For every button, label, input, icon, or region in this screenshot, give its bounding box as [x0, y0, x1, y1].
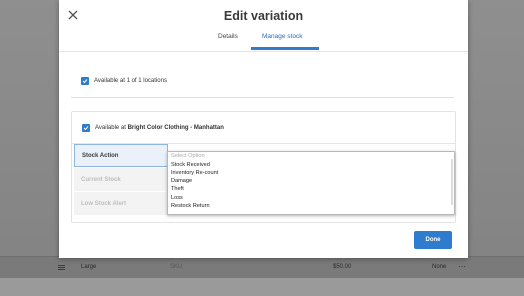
- background-row-name: Large: [81, 264, 97, 270]
- all-locations-label: Available at 1 of 1 locations: [94, 78, 167, 84]
- stock-action-label: Stock Action: [82, 152, 119, 159]
- location-prefix: Available at: [95, 125, 128, 131]
- all-locations-checkbox[interactable]: [81, 77, 89, 85]
- low-stock-alert-field: Low Stock Alert: [74, 192, 168, 215]
- drag-handle-icon: [58, 265, 65, 270]
- done-button[interactable]: Done: [414, 231, 452, 249]
- option-restock-return[interactable]: Restock Return: [171, 203, 210, 209]
- check-icon: [82, 79, 88, 84]
- edit-variation-modal: Edit variation Details Manage stock Avai…: [59, 0, 468, 258]
- option-theft[interactable]: Theft: [171, 186, 184, 192]
- active-tab-indicator: [251, 47, 319, 50]
- current-stock-label: Current Stock: [81, 176, 121, 183]
- background-row-stock: None: [432, 264, 447, 270]
- page-footer-area: [0, 278, 524, 296]
- background-variation-row: Large SKU $50.00 None ⋯: [0, 256, 524, 279]
- tab-details[interactable]: Details: [218, 33, 238, 40]
- check-icon: [83, 126, 89, 131]
- option-inventory-recount[interactable]: Inventory Re-count: [171, 170, 218, 176]
- tab-manage-stock[interactable]: Manage stock: [262, 33, 302, 40]
- option-loss[interactable]: Loss: [171, 195, 183, 201]
- stock-action-field[interactable]: Stock Action: [74, 144, 168, 167]
- more-icon[interactable]: ⋯: [458, 262, 466, 271]
- dropdown-scrollbar[interactable]: [451, 159, 453, 205]
- location-name: Bright Color Clothing - Manhattan: [127, 125, 224, 131]
- location-availability-label: Available at Bright Color Clothing - Man…: [95, 125, 224, 131]
- modal-header: Edit variation Details Manage stock: [59, 0, 468, 52]
- option-damage[interactable]: Damage: [171, 178, 192, 184]
- background-row-price: $50.00: [333, 264, 352, 270]
- dropdown-placeholder: Select Option: [171, 153, 205, 159]
- section-divider: [71, 97, 454, 98]
- stock-action-dropdown[interactable]: Select Option Stock Received Inventory R…: [167, 151, 455, 215]
- location-checkbox[interactable]: [82, 124, 90, 132]
- low-stock-alert-label: Low Stock Alert: [81, 200, 127, 207]
- background-row-sku: SKU: [170, 264, 183, 270]
- modal-title: Edit variation: [223, 9, 304, 23]
- current-stock-field: Current Stock: [74, 168, 168, 191]
- option-stock-received[interactable]: Stock Received: [171, 162, 210, 168]
